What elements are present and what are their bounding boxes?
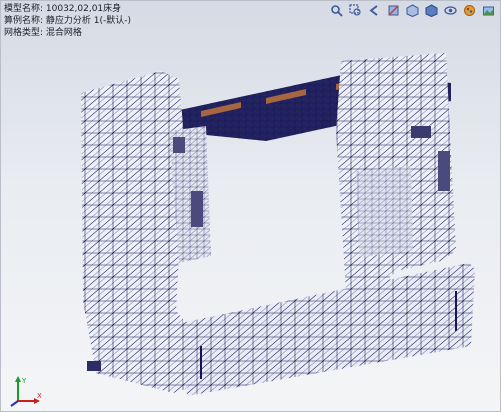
coordinate-triad: Y X bbox=[10, 376, 42, 407]
section-view-icon[interactable] bbox=[385, 3, 401, 17]
zoom-area-icon[interactable] bbox=[347, 3, 363, 17]
display-style-icon[interactable] bbox=[423, 3, 439, 17]
triad-x-label: X bbox=[37, 392, 42, 400]
mesh-model-view[interactable] bbox=[1, 1, 501, 412]
graphics-viewport[interactable]: 模型名称: 10032,02,01床身 算例名称: 静应力分析 1(-默认-) … bbox=[0, 0, 501, 412]
mesh-type-text: 网格类型: 混合网格 bbox=[4, 28, 82, 38]
previous-view-icon[interactable] bbox=[366, 3, 382, 17]
edit-appearance-icon[interactable] bbox=[461, 3, 477, 17]
right-side-frame bbox=[336, 53, 456, 291]
heads-up-view-toolbar bbox=[328, 3, 496, 17]
model-name-text: 模型名称: 10032,02,01床身 bbox=[4, 4, 122, 14]
triad-y-label: Y bbox=[21, 377, 27, 385]
study-name-text: 算例名称: 静应力分析 1(-默认-) bbox=[4, 16, 131, 26]
view-orientation-icon[interactable] bbox=[404, 3, 420, 17]
search-icon[interactable] bbox=[328, 3, 344, 17]
study-info-overlay: 模型名称: 10032,02,01床身 算例名称: 静应力分析 1(-默认-) … bbox=[4, 3, 131, 39]
scene-icon[interactable] bbox=[480, 3, 496, 17]
hide-show-icon[interactable] bbox=[442, 3, 458, 17]
front-base-panel bbox=[181, 263, 475, 396]
